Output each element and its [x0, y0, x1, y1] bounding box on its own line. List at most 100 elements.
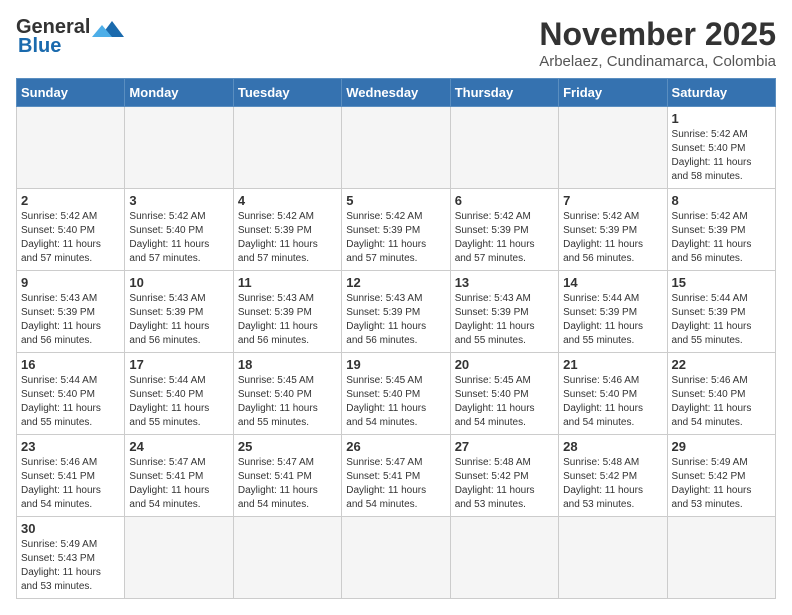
calendar-cell: 13 Sunrise: 5:43 AMSunset: 5:39 PMDayligh… — [450, 271, 558, 353]
calendar-header: SundayMondayTuesdayWednesdayThursdayFrid… — [17, 79, 776, 107]
calendar-cell: 7Sunrise: 5:42 AMSunset: 5:39 PMDaylight… — [559, 189, 667, 271]
day-info: Sunrise: 5:46 AMSunset: 5:40 PMDaylight:… — [563, 374, 662, 430]
day-info: Sunrise: 5:45 AMSunset: 5:40 PMDaylight:… — [455, 374, 554, 430]
calendar-cell: 8 Sunrise: 5:42 AMSunset: 5:39 PMDaylight… — [667, 189, 775, 271]
calendar-cell: 24 Sunrise: 5:47 AMSunset: 5:41 PMDayligh… — [125, 435, 233, 517]
calendar-cell — [450, 517, 558, 599]
week-row-4: 16Sunrise: 5:44 AMSunset: 5:40 PMDayligh… — [17, 353, 776, 435]
calendar-cell: 21 Sunrise: 5:46 AMSunset: 5:40 PMDayligh… — [559, 353, 667, 435]
calendar-cell: 9Sunrise: 5:43 AMSunset: 5:39 PMDaylight… — [17, 271, 125, 353]
calendar-cell: 18Sunrise: 5:45 AMSunset: 5:40 PMDayligh… — [233, 353, 341, 435]
day-info: Sunrise: 5:45 AMSunset: 5:40 PMDaylight:… — [346, 374, 445, 430]
week-row-5: 23 Sunrise: 5:46 AMSunset: 5:41 PMDayligh… — [17, 435, 776, 517]
day-number: 8 — [672, 193, 771, 208]
day-info: Sunrise: 5:43 AMSunset: 5:39 PMDaylight:… — [455, 292, 554, 348]
day-number: 4 — [238, 193, 337, 208]
calendar-title: November 2025 — [539, 16, 776, 53]
calendar-cell — [233, 107, 341, 189]
day-number: 11 — [238, 275, 337, 290]
week-row-2: 2Sunrise: 5:42 AMSunset: 5:40 PMDaylight… — [17, 189, 776, 271]
calendar-cell — [667, 517, 775, 599]
day-number: 23 — [21, 439, 120, 454]
day-info: Sunrise: 5:42 AMSunset: 5:39 PMDaylight:… — [563, 210, 662, 266]
calendar-cell — [125, 107, 233, 189]
calendar-cell: 4 Sunrise: 5:42 AMSunset: 5:39 PMDaylight… — [233, 189, 341, 271]
day-info: Sunrise: 5:47 AMSunset: 5:41 PMDaylight:… — [238, 456, 337, 512]
day-info: Sunrise: 5:44 AMSunset: 5:39 PMDaylight:… — [672, 292, 771, 348]
day-info: Sunrise: 5:43 AMSunset: 5:39 PMDaylight:… — [346, 292, 445, 348]
calendar-cell — [17, 107, 125, 189]
day-number: 24 — [129, 439, 228, 454]
day-number: 12 — [346, 275, 445, 290]
day-number: 1 — [672, 111, 771, 126]
calendar-cell: 29 Sunrise: 5:49 AMSunset: 5:42 PMDayligh… — [667, 435, 775, 517]
calendar-cell: 14 Sunrise: 5:44 AMSunset: 5:39 PMDayligh… — [559, 271, 667, 353]
day-number: 15 — [672, 275, 771, 290]
calendar-cell — [233, 517, 341, 599]
calendar-cell: 15 Sunrise: 5:44 AMSunset: 5:39 PMDayligh… — [667, 271, 775, 353]
day-info: Sunrise: 5:42 AMSunset: 5:40 PMDaylight:… — [129, 210, 228, 266]
day-number: 26 — [346, 439, 445, 454]
day-number: 13 — [455, 275, 554, 290]
calendar-cell — [559, 107, 667, 189]
calendar-cell: 16Sunrise: 5:44 AMSunset: 5:40 PMDayligh… — [17, 353, 125, 435]
day-info: Sunrise: 5:43 AMSunset: 5:39 PMDaylight:… — [129, 292, 228, 348]
weekday-saturday: Saturday — [667, 79, 775, 107]
day-number: 10 — [129, 275, 228, 290]
day-number: 21 — [563, 357, 662, 372]
day-number: 20 — [455, 357, 554, 372]
day-info: Sunrise: 5:49 AMSunset: 5:42 PMDaylight:… — [672, 456, 771, 512]
day-info: Sunrise: 5:44 AMSunset: 5:39 PMDaylight:… — [563, 292, 662, 348]
calendar-cell: 10 Sunrise: 5:43 AMSunset: 5:39 PMDayligh… — [125, 271, 233, 353]
calendar-cell — [342, 517, 450, 599]
day-number: 25 — [238, 439, 337, 454]
day-number: 19 — [346, 357, 445, 372]
calendar-cell — [559, 517, 667, 599]
week-row-3: 9Sunrise: 5:43 AMSunset: 5:39 PMDaylight… — [17, 271, 776, 353]
calendar-cell: 23 Sunrise: 5:46 AMSunset: 5:41 PMDayligh… — [17, 435, 125, 517]
day-info: Sunrise: 5:46 AMSunset: 5:41 PMDaylight:… — [21, 456, 120, 512]
title-block: November 2025 Arbelaez, Cundinamarca, Co… — [539, 16, 776, 70]
weekday-friday: Friday — [559, 79, 667, 107]
day-info: Sunrise: 5:43 AMSunset: 5:39 PMDaylight:… — [238, 292, 337, 348]
calendar-cell: 17Sunrise: 5:44 AMSunset: 5:40 PMDayligh… — [125, 353, 233, 435]
day-info: Sunrise: 5:42 AMSunset: 5:39 PMDaylight:… — [455, 210, 554, 266]
day-number: 6 — [455, 193, 554, 208]
day-info: Sunrise: 5:42 AMSunset: 5:39 PMDaylight:… — [346, 210, 445, 266]
day-number: 28 — [563, 439, 662, 454]
day-number: 16 — [21, 357, 120, 372]
calendar-cell: 26 Sunrise: 5:47 AMSunset: 5:41 PMDayligh… — [342, 435, 450, 517]
day-info: Sunrise: 5:42 AMSunset: 5:40 PMDaylight:… — [672, 128, 771, 184]
calendar-cell: 12 Sunrise: 5:43 AMSunset: 5:39 PMDayligh… — [342, 271, 450, 353]
weekday-sunday: Sunday — [17, 79, 125, 107]
calendar-cell — [342, 107, 450, 189]
day-number: 5 — [346, 193, 445, 208]
day-info: Sunrise: 5:42 AMSunset: 5:40 PMDaylight:… — [21, 210, 120, 266]
weekday-tuesday: Tuesday — [233, 79, 341, 107]
calendar-cell: 22 Sunrise: 5:46 AMSunset: 5:40 PMDayligh… — [667, 353, 775, 435]
day-info: Sunrise: 5:46 AMSunset: 5:40 PMDaylight:… — [672, 374, 771, 430]
calendar-cell: 5 Sunrise: 5:42 AMSunset: 5:39 PMDaylight… — [342, 189, 450, 271]
week-row-1: 1 Sunrise: 5:42 AMSunset: 5:40 PMDaylight… — [17, 107, 776, 189]
day-info: Sunrise: 5:48 AMSunset: 5:42 PMDaylight:… — [563, 456, 662, 512]
calendar-body: 1 Sunrise: 5:42 AMSunset: 5:40 PMDaylight… — [17, 107, 776, 599]
calendar-cell: 1 Sunrise: 5:42 AMSunset: 5:40 PMDaylight… — [667, 107, 775, 189]
day-number: 14 — [563, 275, 662, 290]
day-info: Sunrise: 5:47 AMSunset: 5:41 PMDaylight:… — [129, 456, 228, 512]
day-number: 30 — [21, 521, 120, 536]
day-info: Sunrise: 5:48 AMSunset: 5:42 PMDaylight:… — [455, 456, 554, 512]
week-row-6: 30Sunrise: 5:49 AMSunset: 5:43 PMDayligh… — [17, 517, 776, 599]
day-number: 29 — [672, 439, 771, 454]
weekday-row: SundayMondayTuesdayWednesdayThursdayFrid… — [17, 79, 776, 107]
day-info: Sunrise: 5:42 AMSunset: 5:39 PMDaylight:… — [672, 210, 771, 266]
calendar-cell — [450, 107, 558, 189]
day-info: Sunrise: 5:47 AMSunset: 5:41 PMDaylight:… — [346, 456, 445, 512]
day-number: 22 — [672, 357, 771, 372]
day-info: Sunrise: 5:42 AMSunset: 5:39 PMDaylight:… — [238, 210, 337, 266]
day-number: 18 — [238, 357, 337, 372]
calendar-cell: 6 Sunrise: 5:42 AMSunset: 5:39 PMDaylight… — [450, 189, 558, 271]
calendar-cell: 2Sunrise: 5:42 AMSunset: 5:40 PMDaylight… — [17, 189, 125, 271]
calendar-cell: 19 Sunrise: 5:45 AMSunset: 5:40 PMDayligh… — [342, 353, 450, 435]
calendar-cell — [125, 517, 233, 599]
calendar-cell: 30Sunrise: 5:49 AMSunset: 5:43 PMDayligh… — [17, 517, 125, 599]
